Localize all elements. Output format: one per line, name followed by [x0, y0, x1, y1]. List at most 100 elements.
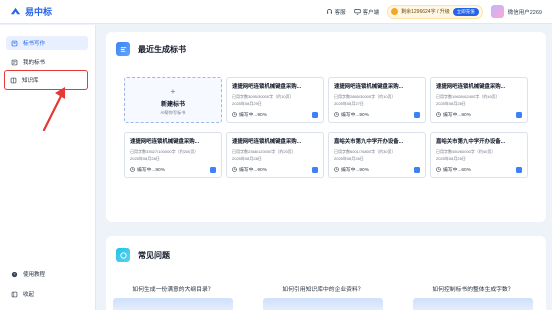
clock-icon [436, 167, 441, 172]
bid-status-text: 编写中...90% [239, 168, 267, 173]
plus-icon: + [170, 87, 176, 96]
word-doc-icon[interactable] [312, 112, 318, 118]
sidebar-item-my-bids[interactable]: 我的标书 [6, 55, 88, 69]
bid-tile[interactable]: 嘉峪关市第九中学开办设备... 已用字数450/60000字（约40页） 2025年… [430, 132, 528, 178]
recharge-button[interactable]: 立即充值 [452, 7, 479, 16]
customer-service-link[interactable]: 客服 [326, 8, 346, 16]
logo-icon [10, 7, 21, 15]
word-doc-icon[interactable] [414, 167, 420, 173]
monitor-icon [353, 9, 361, 15]
bid-status: 编写中...60% [436, 166, 471, 173]
faq-question[interactable]: 如何生成一份满意的大纲目录？ [113, 284, 233, 293]
bid-status: 编写中...90% [232, 166, 267, 173]
sidebar-item-tutorial[interactable]: ? 使用教程 [6, 267, 88, 281]
section-title: 最近生成标书 [138, 44, 186, 54]
bid-word-count: 已用字数33527/100000字（约200页） [130, 149, 199, 154]
bid-title: 嘉峪关市第九中学开办设备... [436, 139, 506, 145]
faq-thumbnail[interactable] [263, 298, 383, 310]
faq-question[interactable]: 如何控制标书的整体生成字数？ [413, 284, 533, 293]
app-name: 易中标 [25, 7, 53, 17]
bid-date: 2025年08月29日 [232, 101, 262, 106]
recent-bids-heading: 最近生成标书 [116, 42, 186, 56]
sidebar: 标书写作 我的标书 知识库 ? 使用教程 收起 [0, 25, 96, 310]
brand-logo[interactable]: 易中标 [0, 5, 96, 18]
book-icon [10, 77, 17, 83]
annotation-arrow [42, 87, 65, 132]
bid-title: 速捷网吧连锁机械键盘采购... [436, 84, 506, 90]
coin-icon [391, 8, 399, 15]
bid-title: 速捷网吧连锁机械键盘采购... [232, 139, 302, 145]
faq-question[interactable]: 如何引用知识库中的企业资料？ [263, 284, 383, 293]
faq-thumbnail[interactable] [413, 298, 533, 310]
bid-status: 编写中...90% [232, 111, 267, 118]
bid-status: 编写中...90% [436, 111, 471, 118]
folder-icon [11, 59, 18, 65]
bid-tile[interactable]: 嘉峪关市第九中学开办设备... 已用字数6001/76800字（约30页） 2025… [328, 132, 426, 178]
bid-status-text: 编写中...90% [443, 113, 471, 118]
client-label: 客户端 [362, 9, 380, 16]
bid-word-count: 已用字数3095/30000字（约10页） [232, 94, 294, 99]
sidebar-item-label: 使用教程 [23, 272, 46, 278]
bid-tile[interactable]: 速捷网吧连锁机械键盘采购... 已用字数2865/30000字（约10页） 2025… [328, 77, 426, 123]
clock-icon [436, 112, 441, 117]
bid-tile[interactable]: 速捷网吧连锁机械键盘采购... 已用字数2368/120000字（约20页） 202… [226, 132, 324, 178]
bid-status-text: 编写中...90% [341, 168, 369, 173]
recent-icon [116, 42, 130, 56]
sidebar-item-label: 知识库 [22, 78, 39, 84]
bid-word-count: 已用字数19630/62400字（约40页） [436, 94, 500, 99]
word-doc-icon[interactable] [312, 167, 318, 173]
svg-text:?: ? [14, 272, 16, 276]
section-title: 常见问题 [138, 250, 170, 260]
bid-word-count: 已用字数2368/120000字（约20页） [232, 149, 296, 154]
bid-word-count: 已用字数2865/30000字（约10页） [334, 94, 396, 99]
bid-title: 速捷网吧连锁机械键盘采购... [130, 139, 200, 145]
recent-bids-card: 最近生成标书 + 新建标书 AI帮你写标书 速捷网吧连锁机械键盘采购... 已用字… [106, 32, 546, 222]
bid-status: 编写中...90% [130, 166, 165, 173]
sidebar-item-bid-writing[interactable]: 标书写作 [6, 36, 88, 50]
bid-date: 2025年08月25日 [436, 156, 466, 161]
user-menu[interactable]: 微信用户2269 [490, 5, 542, 18]
faq-thumbnail[interactable] [113, 298, 233, 310]
clock-icon [232, 112, 237, 117]
bid-title: 速捷网吧连锁机械键盘采购... [232, 84, 302, 90]
clock-icon [334, 167, 339, 172]
bid-word-count: 已用字数6001/76800字（约30页） [334, 149, 396, 154]
bid-status-text: 编写中...90% [341, 113, 369, 118]
clock-icon [130, 167, 135, 172]
bid-date: 2025年08月28日 [130, 156, 160, 161]
headset-icon [326, 9, 332, 14]
sidebar-collapse-button[interactable]: 收起 [6, 287, 88, 301]
bid-date: 2025年08月26日 [334, 156, 364, 161]
bid-date: 2025年08月27日 [334, 101, 364, 106]
sidebar-item-label: 我的标书 [23, 60, 46, 66]
help-icon: ? [11, 271, 18, 277]
customer-service-label: 客服 [334, 9, 346, 16]
document-edit-icon [11, 40, 18, 46]
client-download-link[interactable]: 客户端 [353, 8, 380, 16]
bid-tile[interactable]: 速捷网吧连锁机械键盘采购... 已用字数19630/62400字（约40页） 202… [430, 77, 528, 123]
bid-date: 2025年08月28日 [232, 156, 262, 161]
bid-status-text: 编写中...60% [443, 168, 471, 173]
sidebar-item-label: 标书写作 [23, 41, 46, 47]
bid-status-text: 编写中...90% [137, 168, 165, 173]
bid-tile[interactable]: 速捷网吧连锁机械键盘采购... 已用字数33527/100000字（约200页） 2… [124, 132, 222, 178]
top-bar: 易中标 客服 客户端 剩余1296624字 / 升级 立即充值 微信用户2269 [0, 0, 552, 24]
new-bid-tile[interactable]: + 新建标书 AI帮你写标书 [124, 77, 222, 123]
word-doc-icon[interactable] [516, 112, 522, 118]
bid-title: 速捷网吧连锁机械键盘采购... [334, 84, 404, 90]
clock-icon [334, 112, 339, 117]
quota-badge: 剩余1296624字 / 升级 立即充值 [387, 4, 483, 19]
collapse-icon [11, 291, 18, 297]
word-doc-icon[interactable] [516, 167, 522, 173]
clock-icon [232, 167, 237, 172]
faq-heading: 常见问题 [116, 248, 170, 262]
bid-title: 嘉峪关市第九中学开办设备... [334, 139, 404, 145]
word-doc-icon[interactable] [414, 112, 420, 118]
bid-tile[interactable]: 速捷网吧连锁机械键盘采购... 已用字数3095/30000字（约10页） 2025… [226, 77, 324, 123]
new-bid-title: 新建标书 [160, 102, 185, 108]
word-doc-icon[interactable] [210, 167, 216, 173]
bid-status-text: 编写中...90% [239, 113, 267, 118]
faq-icon [116, 248, 130, 262]
quota-text: 剩余1296624字 / 升级 [401, 9, 450, 15]
bid-status: 编写中...90% [334, 166, 369, 173]
